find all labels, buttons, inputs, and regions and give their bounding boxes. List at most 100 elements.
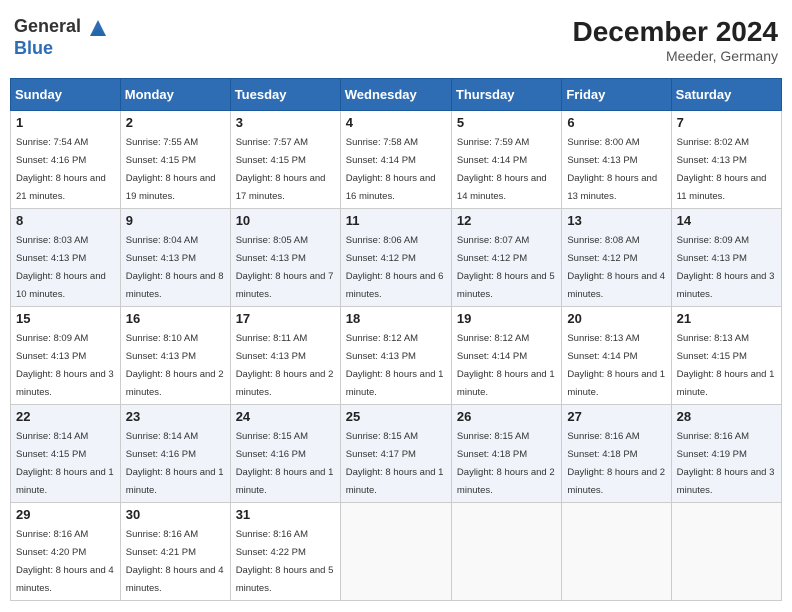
day-info: Sunrise: 8:15 AMSunset: 4:18 PMDaylight:… (457, 431, 555, 496)
day-number: 2 (126, 115, 225, 130)
location-label: Meeder, Germany (573, 48, 778, 64)
calendar-cell: 28 Sunrise: 8:16 AMSunset: 4:19 PMDaylig… (671, 405, 781, 503)
weekday-header-saturday: Saturday (671, 79, 781, 111)
day-info: Sunrise: 7:54 AMSunset: 4:16 PMDaylight:… (16, 137, 106, 202)
day-info: Sunrise: 8:15 AMSunset: 4:17 PMDaylight:… (346, 431, 444, 496)
calendar-cell: 30 Sunrise: 8:16 AMSunset: 4:21 PMDaylig… (120, 503, 230, 601)
day-info: Sunrise: 8:13 AMSunset: 4:15 PMDaylight:… (677, 333, 775, 398)
day-info: Sunrise: 8:02 AMSunset: 4:13 PMDaylight:… (677, 137, 767, 202)
day-info: Sunrise: 8:04 AMSunset: 4:13 PMDaylight:… (126, 235, 224, 300)
day-info: Sunrise: 8:09 AMSunset: 4:13 PMDaylight:… (677, 235, 775, 300)
calendar-cell: 29 Sunrise: 8:16 AMSunset: 4:20 PMDaylig… (11, 503, 121, 601)
week-row-3: 15 Sunrise: 8:09 AMSunset: 4:13 PMDaylig… (11, 307, 782, 405)
day-info: Sunrise: 8:13 AMSunset: 4:14 PMDaylight:… (567, 333, 665, 398)
calendar-cell (451, 503, 561, 601)
day-info: Sunrise: 8:09 AMSunset: 4:13 PMDaylight:… (16, 333, 114, 398)
day-number: 1 (16, 115, 115, 130)
day-number: 26 (457, 409, 556, 424)
calendar-cell: 3 Sunrise: 7:57 AMSunset: 4:15 PMDayligh… (230, 111, 340, 209)
day-info: Sunrise: 8:06 AMSunset: 4:12 PMDaylight:… (346, 235, 444, 300)
month-title: December 2024 (573, 16, 778, 48)
day-number: 22 (16, 409, 115, 424)
day-number: 6 (567, 115, 665, 130)
calendar-cell: 25 Sunrise: 8:15 AMSunset: 4:17 PMDaylig… (340, 405, 451, 503)
day-number: 4 (346, 115, 446, 130)
day-number: 10 (236, 213, 335, 228)
calendar-cell: 17 Sunrise: 8:11 AMSunset: 4:13 PMDaylig… (230, 307, 340, 405)
day-info: Sunrise: 8:05 AMSunset: 4:13 PMDaylight:… (236, 235, 334, 300)
day-info: Sunrise: 8:15 AMSunset: 4:16 PMDaylight:… (236, 431, 334, 496)
calendar-cell (340, 503, 451, 601)
week-row-2: 8 Sunrise: 8:03 AMSunset: 4:13 PMDayligh… (11, 209, 782, 307)
calendar-cell: 27 Sunrise: 8:16 AMSunset: 4:18 PMDaylig… (562, 405, 671, 503)
day-info: Sunrise: 8:16 AMSunset: 4:18 PMDaylight:… (567, 431, 665, 496)
day-info: Sunrise: 8:14 AMSunset: 4:16 PMDaylight:… (126, 431, 224, 496)
logo: General Blue (14, 16, 108, 59)
calendar-cell: 9 Sunrise: 8:04 AMSunset: 4:13 PMDayligh… (120, 209, 230, 307)
calendar-cell: 15 Sunrise: 8:09 AMSunset: 4:13 PMDaylig… (11, 307, 121, 405)
day-info: Sunrise: 7:58 AMSunset: 4:14 PMDaylight:… (346, 137, 436, 202)
calendar-table: SundayMondayTuesdayWednesdayThursdayFrid… (10, 78, 782, 601)
calendar-cell: 13 Sunrise: 8:08 AMSunset: 4:12 PMDaylig… (562, 209, 671, 307)
day-number: 9 (126, 213, 225, 228)
logo-blue: Blue (14, 38, 53, 58)
day-number: 18 (346, 311, 446, 326)
calendar-cell: 6 Sunrise: 8:00 AMSunset: 4:13 PMDayligh… (562, 111, 671, 209)
weekday-header-sunday: Sunday (11, 79, 121, 111)
day-number: 20 (567, 311, 665, 326)
calendar-cell: 4 Sunrise: 7:58 AMSunset: 4:14 PMDayligh… (340, 111, 451, 209)
calendar-cell: 21 Sunrise: 8:13 AMSunset: 4:15 PMDaylig… (671, 307, 781, 405)
weekday-header-row: SundayMondayTuesdayWednesdayThursdayFrid… (11, 79, 782, 111)
day-info: Sunrise: 8:16 AMSunset: 4:19 PMDaylight:… (677, 431, 775, 496)
day-info: Sunrise: 7:59 AMSunset: 4:14 PMDaylight:… (457, 137, 547, 202)
day-info: Sunrise: 8:07 AMSunset: 4:12 PMDaylight:… (457, 235, 555, 300)
day-number: 11 (346, 213, 446, 228)
calendar-cell: 8 Sunrise: 8:03 AMSunset: 4:13 PMDayligh… (11, 209, 121, 307)
day-number: 24 (236, 409, 335, 424)
title-section: December 2024 Meeder, Germany (573, 16, 778, 64)
day-number: 5 (457, 115, 556, 130)
day-info: Sunrise: 8:16 AMSunset: 4:20 PMDaylight:… (16, 529, 114, 594)
day-number: 14 (677, 213, 776, 228)
calendar-cell (562, 503, 671, 601)
week-row-5: 29 Sunrise: 8:16 AMSunset: 4:20 PMDaylig… (11, 503, 782, 601)
calendar-cell: 1 Sunrise: 7:54 AMSunset: 4:16 PMDayligh… (11, 111, 121, 209)
day-info: Sunrise: 8:08 AMSunset: 4:12 PMDaylight:… (567, 235, 665, 300)
calendar-cell: 20 Sunrise: 8:13 AMSunset: 4:14 PMDaylig… (562, 307, 671, 405)
day-info: Sunrise: 7:55 AMSunset: 4:15 PMDaylight:… (126, 137, 216, 202)
day-info: Sunrise: 8:03 AMSunset: 4:13 PMDaylight:… (16, 235, 106, 300)
day-number: 15 (16, 311, 115, 326)
calendar-cell: 24 Sunrise: 8:15 AMSunset: 4:16 PMDaylig… (230, 405, 340, 503)
calendar-cell: 26 Sunrise: 8:15 AMSunset: 4:18 PMDaylig… (451, 405, 561, 503)
day-number: 28 (677, 409, 776, 424)
day-number: 29 (16, 507, 115, 522)
day-info: Sunrise: 8:00 AMSunset: 4:13 PMDaylight:… (567, 137, 657, 202)
day-info: Sunrise: 8:10 AMSunset: 4:13 PMDaylight:… (126, 333, 224, 398)
day-number: 17 (236, 311, 335, 326)
weekday-header-wednesday: Wednesday (340, 79, 451, 111)
calendar-cell: 11 Sunrise: 8:06 AMSunset: 4:12 PMDaylig… (340, 209, 451, 307)
calendar-cell: 23 Sunrise: 8:14 AMSunset: 4:16 PMDaylig… (120, 405, 230, 503)
week-row-1: 1 Sunrise: 7:54 AMSunset: 4:16 PMDayligh… (11, 111, 782, 209)
day-info: Sunrise: 8:12 AMSunset: 4:13 PMDaylight:… (346, 333, 444, 398)
week-row-4: 22 Sunrise: 8:14 AMSunset: 4:15 PMDaylig… (11, 405, 782, 503)
day-number: 16 (126, 311, 225, 326)
day-info: Sunrise: 7:57 AMSunset: 4:15 PMDaylight:… (236, 137, 326, 202)
calendar-cell: 5 Sunrise: 7:59 AMSunset: 4:14 PMDayligh… (451, 111, 561, 209)
day-number: 21 (677, 311, 776, 326)
logo-icon (88, 18, 108, 38)
day-number: 30 (126, 507, 225, 522)
day-number: 19 (457, 311, 556, 326)
day-number: 27 (567, 409, 665, 424)
calendar-cell: 12 Sunrise: 8:07 AMSunset: 4:12 PMDaylig… (451, 209, 561, 307)
day-number: 25 (346, 409, 446, 424)
weekday-header-friday: Friday (562, 79, 671, 111)
calendar-cell: 22 Sunrise: 8:14 AMSunset: 4:15 PMDaylig… (11, 405, 121, 503)
day-info: Sunrise: 8:16 AMSunset: 4:21 PMDaylight:… (126, 529, 224, 594)
day-info: Sunrise: 8:14 AMSunset: 4:15 PMDaylight:… (16, 431, 114, 496)
calendar-cell: 10 Sunrise: 8:05 AMSunset: 4:13 PMDaylig… (230, 209, 340, 307)
calendar-cell: 2 Sunrise: 7:55 AMSunset: 4:15 PMDayligh… (120, 111, 230, 209)
day-info: Sunrise: 8:16 AMSunset: 4:22 PMDaylight:… (236, 529, 334, 594)
day-number: 12 (457, 213, 556, 228)
calendar-cell: 19 Sunrise: 8:12 AMSunset: 4:14 PMDaylig… (451, 307, 561, 405)
